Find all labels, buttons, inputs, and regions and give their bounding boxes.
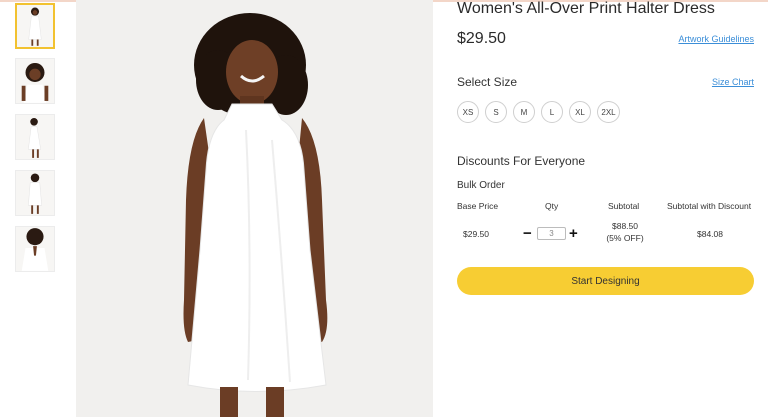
qty-increment-button[interactable]: + (569, 225, 578, 243)
col-header-qty: Qty (545, 201, 559, 211)
col-header-subtotal-discount: Subtotal with Discount (667, 201, 752, 211)
model-photo (76, 0, 433, 417)
thumbnail-image (17, 5, 53, 47)
thumbnail-3-side[interactable] (15, 114, 55, 160)
bulk-order-label: Bulk Order (457, 180, 505, 191)
select-size-label: Select Size (457, 75, 518, 89)
col-header-base-price: Base Price (457, 201, 499, 211)
subtotal-with-discount-value: $84.08 (697, 229, 723, 239)
base-price-value: $29.50 (463, 229, 489, 239)
discounts-title: Discounts For Everyone (457, 154, 586, 168)
thumbnail-2-closeup[interactable] (15, 58, 55, 104)
main-product-image (76, 0, 433, 417)
subtotal-discount-note: (5% OFF) (606, 233, 644, 243)
size-option-xs[interactable]: XS (457, 101, 479, 123)
size-option-l[interactable]: L (541, 101, 563, 123)
thumbnail-1-front[interactable] (15, 3, 55, 49)
thumbnail-image (16, 171, 54, 215)
thumbnail-image (16, 227, 54, 271)
size-chart-link[interactable]: Size Chart (712, 77, 754, 87)
start-designing-button[interactable]: Start Designing (457, 267, 754, 295)
qty-input[interactable] (537, 227, 566, 240)
col-header-subtotal: Subtotal (608, 201, 640, 211)
thumbnail-4-back[interactable] (15, 170, 55, 216)
size-option-m[interactable]: M (513, 101, 535, 123)
product-price: $29.50 (457, 30, 506, 47)
size-option-s[interactable]: S (485, 101, 507, 123)
thumbnail-5-back-closeup[interactable] (15, 226, 55, 272)
thumbnail-image (16, 59, 54, 103)
thumbnail-image (16, 115, 54, 159)
size-option-xl[interactable]: XL (569, 101, 591, 123)
product-title: Women's All-Over Print Halter Dress (457, 0, 715, 17)
qty-decrement-button[interactable]: − (523, 225, 532, 243)
size-option-2xl[interactable]: 2XL (597, 101, 620, 123)
subtotal-value: $88.50 (612, 221, 638, 231)
artwork-guidelines-link[interactable]: Artwork Guidelines (678, 34, 754, 44)
